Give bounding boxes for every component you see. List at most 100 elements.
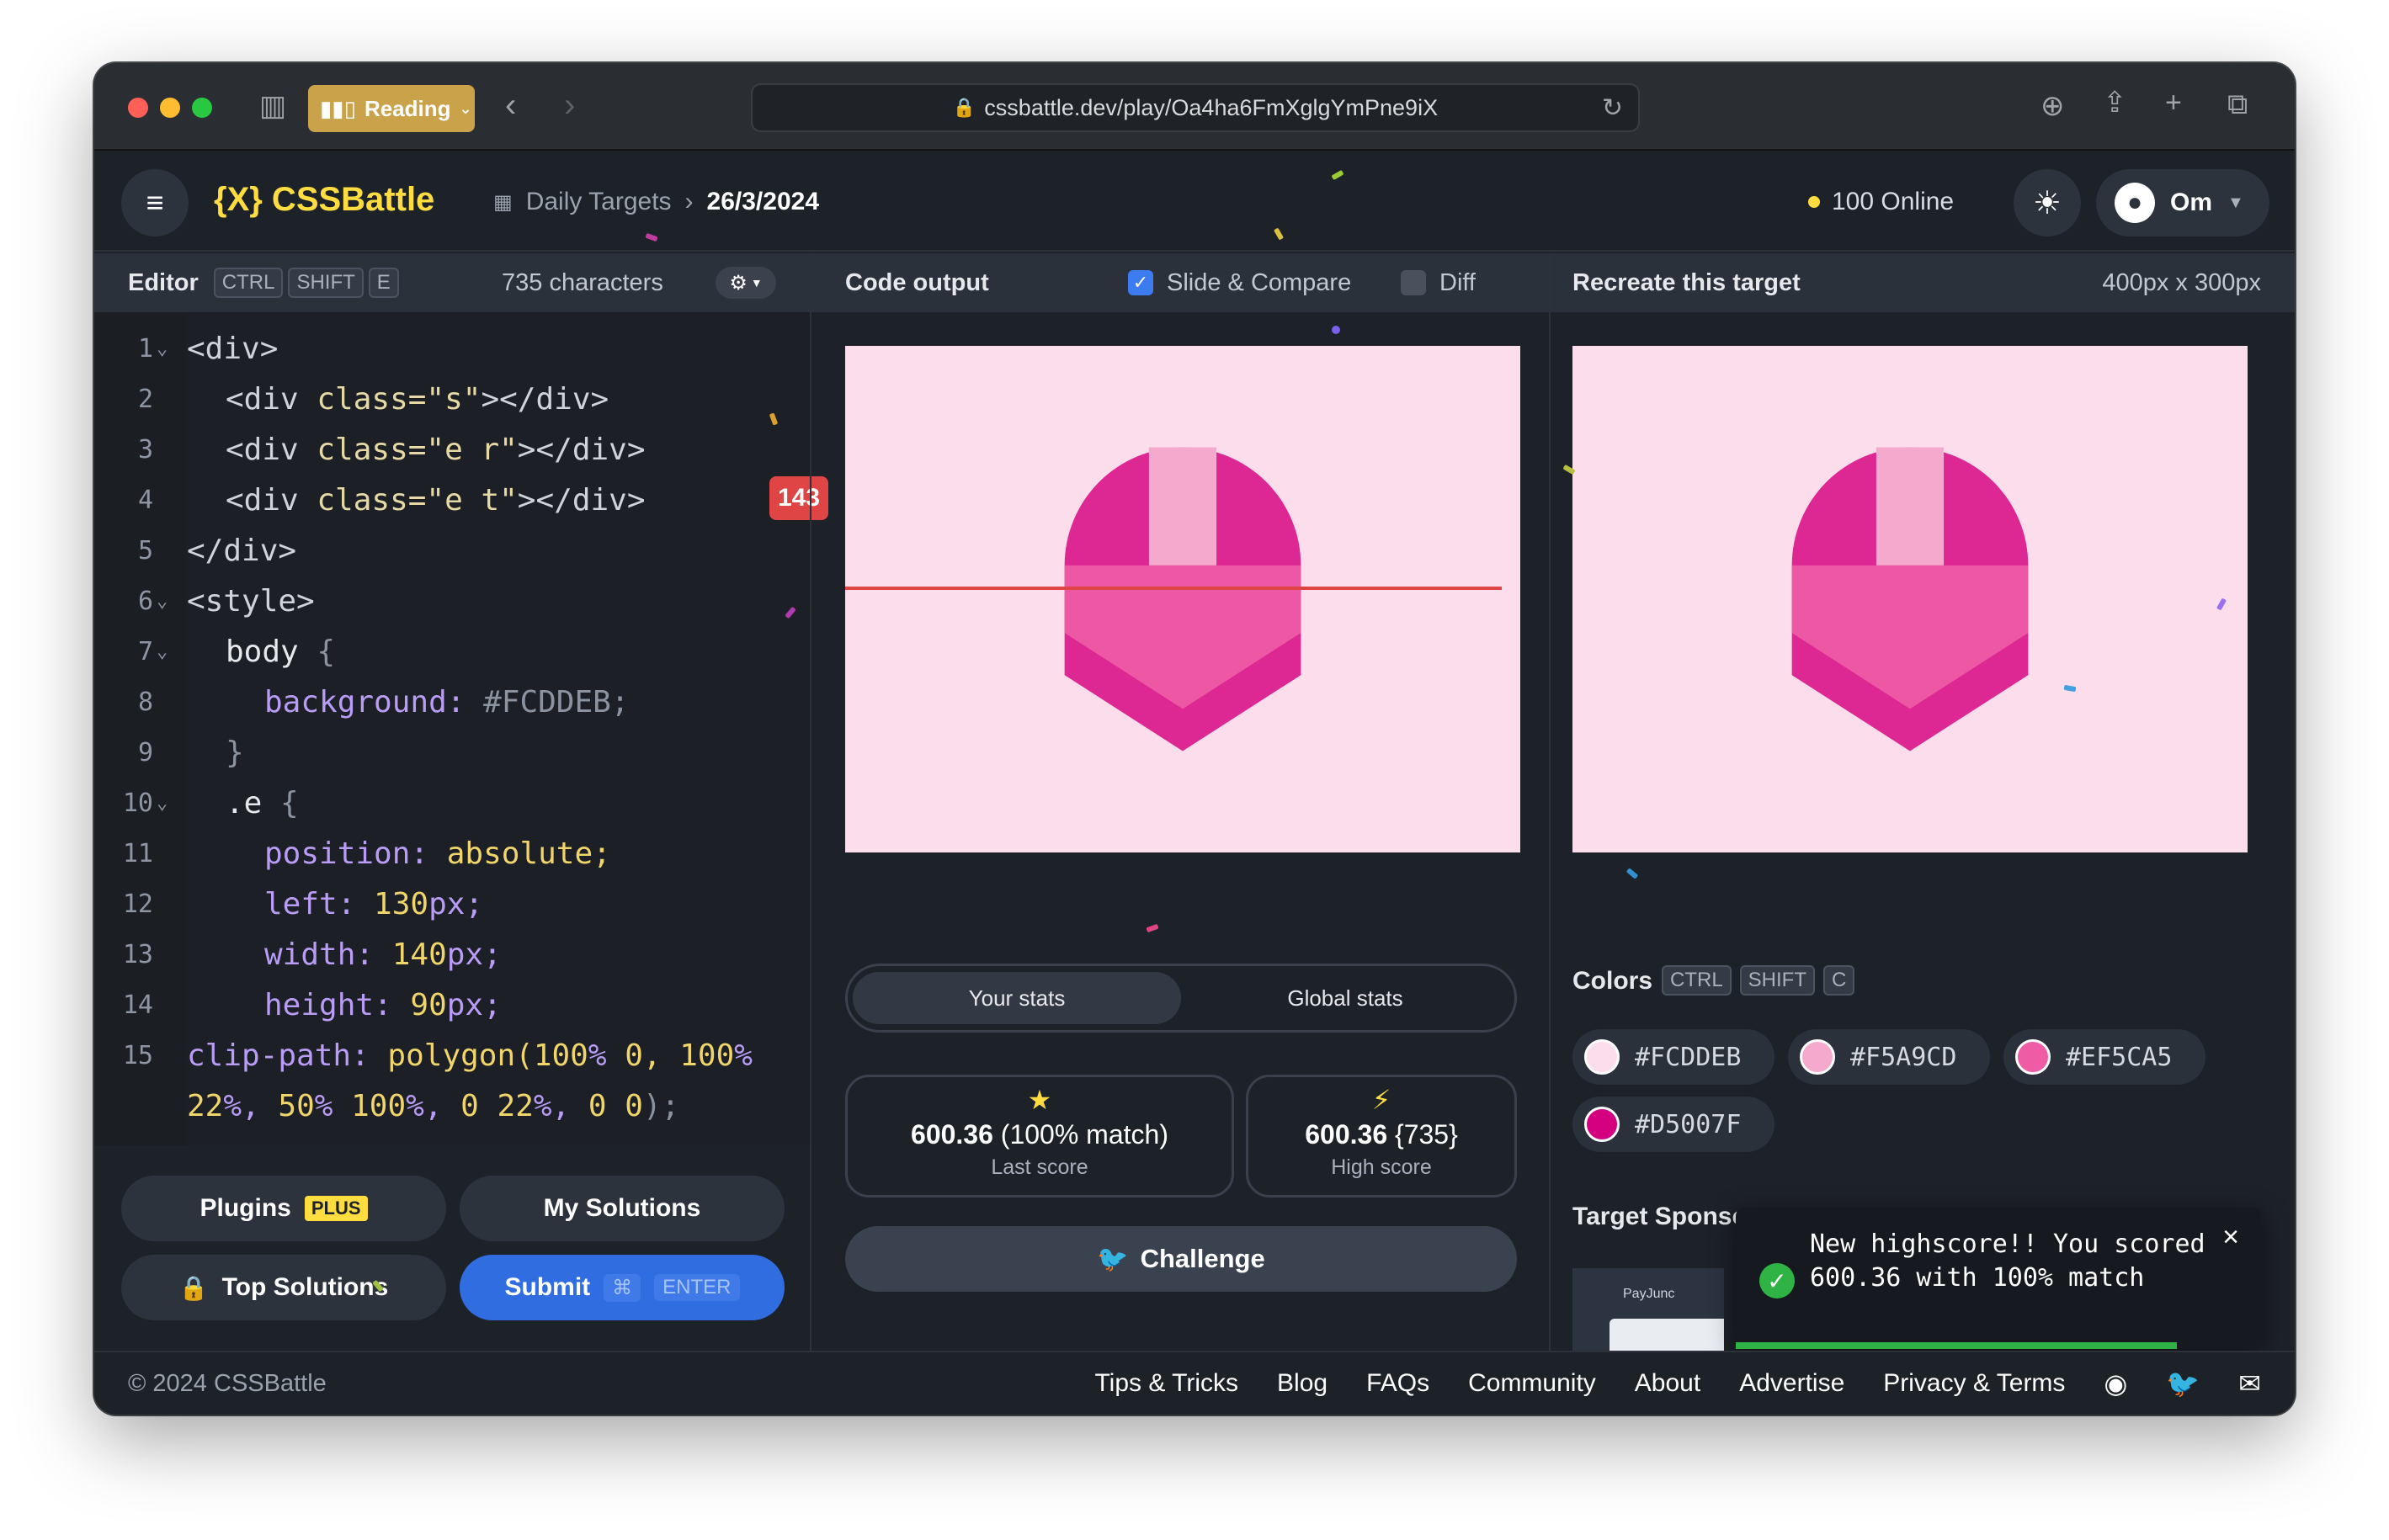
maximize-window-button[interactable] xyxy=(192,98,212,118)
challenge-button[interactable]: 🐦 Challenge xyxy=(845,1226,1517,1292)
code-text: background: xyxy=(264,685,484,720)
color-swatch[interactable]: #FCDDEB xyxy=(1572,1029,1774,1085)
high-score-value: 600.36 xyxy=(1305,1119,1388,1150)
breadcrumb-daily-targets[interactable]: Daily Targets xyxy=(526,188,672,216)
code-text: { xyxy=(317,635,336,669)
output-canvas[interactable] xyxy=(845,346,1520,852)
tabs-overview-icon[interactable]: ⧉ xyxy=(2227,90,2248,119)
top-solutions-button[interactable]: 🔒 Top Solutions xyxy=(121,1255,446,1320)
code-line: 14 height: 90px; xyxy=(94,980,810,1031)
online-label: 100 Online xyxy=(1832,188,1955,215)
twitter-icon[interactable]: 🐦 xyxy=(2166,1367,2200,1399)
code-line: 4 <div class="e t"></div> xyxy=(94,475,810,526)
footer-link-blog[interactable]: Blog xyxy=(1277,1369,1328,1398)
back-icon[interactable]: ‹ xyxy=(505,88,516,122)
fold-icon[interactable]: ⌄ xyxy=(157,576,168,627)
code-text: %, xyxy=(406,1089,461,1123)
diff-slider-line[interactable] xyxy=(845,587,1502,590)
footer-link-community[interactable]: Community xyxy=(1468,1369,1596,1398)
fold-icon[interactable]: ⌄ xyxy=(157,627,168,677)
minimize-window-button[interactable] xyxy=(160,98,180,118)
submit-label: Submit xyxy=(504,1273,591,1301)
line-number: 12 xyxy=(122,889,153,919)
cssbattle-logo[interactable]: {X} CSSBattle xyxy=(214,181,434,219)
menu-button[interactable]: ≡ xyxy=(121,169,189,236)
code-editor[interactable]: 1 ⌄ <div> 2 <div class="s"></div> 3 <div … xyxy=(94,312,810,1145)
color-hex: #F5A9CD xyxy=(1850,1042,1957,1072)
user-menu-button[interactable]: ● Om ▼ xyxy=(2096,169,2269,236)
reading-icon: ▮▮▯ xyxy=(320,95,356,121)
footer-link-tips[interactable]: Tips & Tricks xyxy=(1094,1369,1238,1398)
code-line: 3 <div class="e r"></div> xyxy=(94,425,810,475)
download-icon[interactable]: ⊕ xyxy=(2040,92,2065,120)
chevron-down-icon: ⌄ xyxy=(459,99,472,117)
sidebar-icon[interactable]: ▥ xyxy=(259,92,286,120)
tab-global-stats[interactable]: Global stats xyxy=(1181,972,1509,1024)
editor-settings-button[interactable]: ⚙ ▼ xyxy=(716,267,776,299)
reading-list-button[interactable]: ▮▮▯ Reading ⌄ xyxy=(308,85,475,132)
footer-link-about[interactable]: About xyxy=(1635,1369,1700,1398)
line-number: 1 xyxy=(137,334,153,364)
tab-your-stats[interactable]: Your stats xyxy=(853,972,1181,1024)
address-bar[interactable]: 🔒 cssbattle.dev/play/Oa4ha6FmXglgYmPne9i… xyxy=(751,83,1640,132)
footer-link-privacy[interactable]: Privacy & Terms xyxy=(1883,1369,2065,1398)
line-number: 13 xyxy=(122,940,153,969)
code-text: { xyxy=(280,786,299,820)
code-text: absolute; xyxy=(446,836,611,871)
color-swatch[interactable]: #F5A9CD xyxy=(1788,1029,1990,1085)
discord-icon[interactable]: ◉ xyxy=(2104,1367,2127,1399)
theme-toggle-button[interactable]: ☀ xyxy=(2014,169,2081,236)
stats-toggle: Your stats Global stats xyxy=(845,964,1517,1033)
code-text: 90 xyxy=(410,988,447,1022)
color-swatch[interactable]: #EF5CA5 xyxy=(2003,1029,2205,1085)
footer-link-advertise[interactable]: Advertise xyxy=(1739,1369,1844,1398)
check-circle-icon: ✓ xyxy=(1759,1263,1795,1298)
reload-icon[interactable]: ↻ xyxy=(1602,93,1623,123)
breadcrumb-current-date: 26/3/2024 xyxy=(706,188,820,215)
code-line: 13 width: 140px; xyxy=(94,930,810,980)
hamburger-icon: ≡ xyxy=(146,185,164,220)
my-solutions-button[interactable]: My Solutions xyxy=(460,1176,785,1241)
new-tab-icon[interactable]: + xyxy=(2165,88,2182,117)
code-text: px; xyxy=(428,887,484,921)
mail-icon[interactable]: ✉ xyxy=(2238,1367,2261,1399)
line-number: 15 xyxy=(122,1041,153,1070)
editor-title: Editor xyxy=(128,268,199,296)
color-swatch[interactable]: #D5007F xyxy=(1572,1097,1774,1152)
code-line: 1 ⌄ <div> xyxy=(94,324,810,374)
code-text: 22 xyxy=(187,1089,224,1123)
share-icon[interactable]: ⇪ xyxy=(2103,88,2127,117)
command-key-icon: ⌘ xyxy=(604,1273,641,1302)
caret-down-icon: ▼ xyxy=(750,276,763,289)
code-text: 130 xyxy=(374,887,429,921)
footer-link-faqs[interactable]: FAQs xyxy=(1366,1369,1429,1398)
diff-position-badge[interactable]: 143 xyxy=(769,476,828,520)
fold-icon[interactable]: ⌄ xyxy=(157,778,168,829)
divider xyxy=(810,253,811,1351)
forward-icon[interactable]: › xyxy=(564,88,575,122)
close-icon[interactable]: × xyxy=(2222,1221,2239,1254)
twitter-icon: 🐦 xyxy=(1097,1245,1129,1273)
color-hex: #EF5CA5 xyxy=(2066,1042,2173,1072)
plugins-button[interactable]: Plugins PLUS xyxy=(121,1176,446,1241)
line-number: 10 xyxy=(122,789,153,818)
code-text: %, xyxy=(223,1089,279,1123)
color-dot xyxy=(1584,1039,1620,1075)
online-count: 100 Online xyxy=(1808,188,1954,216)
slide-compare-checkbox[interactable]: ✓ xyxy=(1128,270,1153,295)
high-score-chars: {735} xyxy=(1395,1119,1458,1150)
lock-icon: 🔒 xyxy=(178,1274,209,1301)
editor-actions: Plugins PLUS My Solutions 🔒 Top Solution… xyxy=(94,1145,810,1351)
submit-button[interactable]: Submit ⌘ ENTER xyxy=(460,1255,785,1320)
character-count: 735 characters xyxy=(502,268,663,296)
output-shape xyxy=(845,346,1520,852)
code-text: px; xyxy=(446,937,502,972)
diff-checkbox[interactable] xyxy=(1401,270,1426,295)
fold-icon[interactable]: ⌄ xyxy=(157,324,168,374)
star-icon: ★ xyxy=(1027,1085,1052,1115)
shortcut-e: E xyxy=(368,268,399,298)
last-score-value: 600.36 xyxy=(911,1119,993,1150)
close-window-button[interactable] xyxy=(128,98,148,118)
line-number: 6 xyxy=(137,587,153,616)
app-header: ≡ {X} CSSBattle ▦ Daily Targets › 26/3/2… xyxy=(94,151,2295,252)
